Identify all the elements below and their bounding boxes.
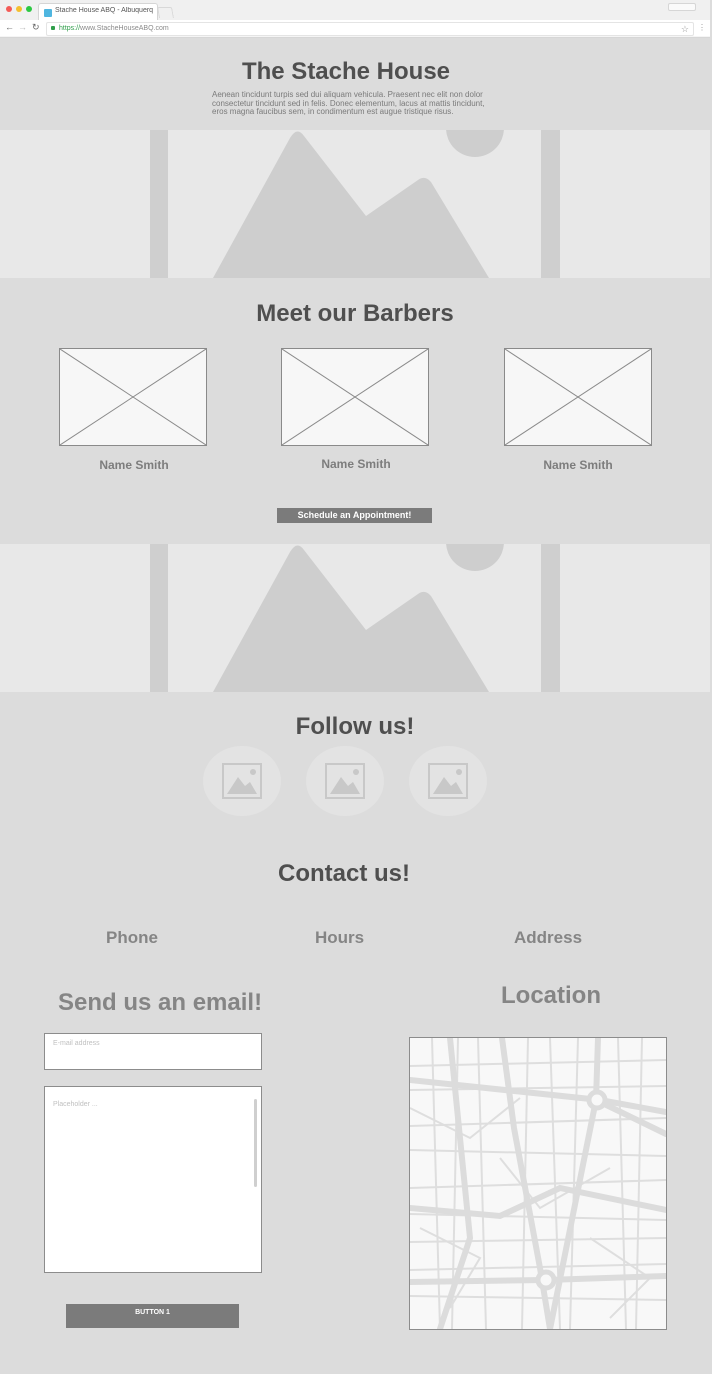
new-tab-button[interactable] bbox=[157, 7, 174, 18]
barber-name: Name Smith bbox=[543, 458, 613, 472]
barber-photo-placeholder bbox=[504, 348, 652, 446]
browser-tab[interactable]: Stache House ABQ - Albuquerque bbox=[38, 3, 158, 21]
bookmark-star-icon[interactable]: ☆ bbox=[681, 23, 689, 35]
minimize-window-button[interactable] bbox=[16, 6, 22, 12]
message-textarea[interactable]: Placeholder ... bbox=[44, 1086, 262, 1273]
schedule-appointment-button[interactable]: Schedule an Appointment! bbox=[277, 508, 432, 523]
browser-toolbar: ← → ↻ https://www.StacheHouseABQ.com ☆ ⋮ bbox=[0, 20, 710, 36]
image-icon bbox=[428, 763, 468, 799]
social-link[interactable] bbox=[203, 746, 281, 816]
email-field[interactable]: E-mail address bbox=[44, 1033, 262, 1070]
browser-chrome: Stache House ABQ - Albuquerque ← → ↻ htt… bbox=[0, 0, 710, 38]
url-protocol: https:// bbox=[59, 25, 81, 32]
url-host: www.StacheHouseABQ.com bbox=[80, 25, 169, 32]
page-title: The Stache House bbox=[241, 58, 451, 85]
tab-bar: Stache House ABQ - Albuquerque bbox=[0, 0, 710, 21]
textarea-scrollbar[interactable] bbox=[254, 1099, 257, 1187]
social-link[interactable] bbox=[306, 746, 384, 816]
location-heading: Location bbox=[501, 982, 601, 1009]
profile-button[interactable] bbox=[668, 3, 696, 11]
follow-heading: Follow us! bbox=[295, 713, 415, 740]
forward-arrow-icon[interactable]: → bbox=[18, 21, 27, 33]
menu-kebab-icon[interactable]: ⋮ bbox=[698, 22, 706, 34]
header-description: Aenean tincidunt turpis sed dui aliquam … bbox=[212, 90, 485, 116]
send-email-button[interactable]: BUTTON 1 bbox=[66, 1304, 239, 1328]
hero-image-placeholder bbox=[0, 544, 710, 692]
image-icon bbox=[325, 763, 365, 799]
address-bar[interactable]: https://www.StacheHouseABQ.com ☆ bbox=[46, 22, 694, 36]
tab-title: Stache House ABQ - Albuquerque bbox=[55, 7, 153, 14]
favicon-icon bbox=[44, 9, 52, 17]
url-text: https://www.StacheHouseABQ.com bbox=[59, 24, 169, 34]
barber-name: Name Smith bbox=[321, 457, 391, 471]
map-placeholder[interactable] bbox=[409, 1037, 667, 1330]
barbers-heading: Meet our Barbers bbox=[256, 300, 454, 327]
barber-name: Name Smith bbox=[99, 458, 169, 472]
address-label: Address bbox=[514, 928, 583, 947]
hours-label: Hours bbox=[315, 928, 365, 947]
message-placeholder: Placeholder ... bbox=[53, 1101, 98, 1108]
barber-photo-placeholder bbox=[59, 348, 207, 446]
phone-label: Phone bbox=[106, 928, 158, 947]
lock-icon bbox=[51, 26, 55, 30]
close-window-button[interactable] bbox=[6, 6, 12, 12]
back-arrow-icon[interactable]: ← bbox=[5, 21, 14, 33]
email-placeholder: E-mail address bbox=[53, 1040, 100, 1047]
barber-photo-placeholder bbox=[281, 348, 429, 446]
social-link[interactable] bbox=[409, 746, 487, 816]
hero-image-placeholder bbox=[0, 130, 710, 278]
image-icon bbox=[222, 763, 262, 799]
reload-icon[interactable]: ↻ bbox=[32, 21, 40, 33]
email-heading: Send us an email! bbox=[58, 989, 263, 1016]
contact-heading: Contact us! bbox=[278, 860, 410, 887]
maximize-window-button[interactable] bbox=[26, 6, 32, 12]
